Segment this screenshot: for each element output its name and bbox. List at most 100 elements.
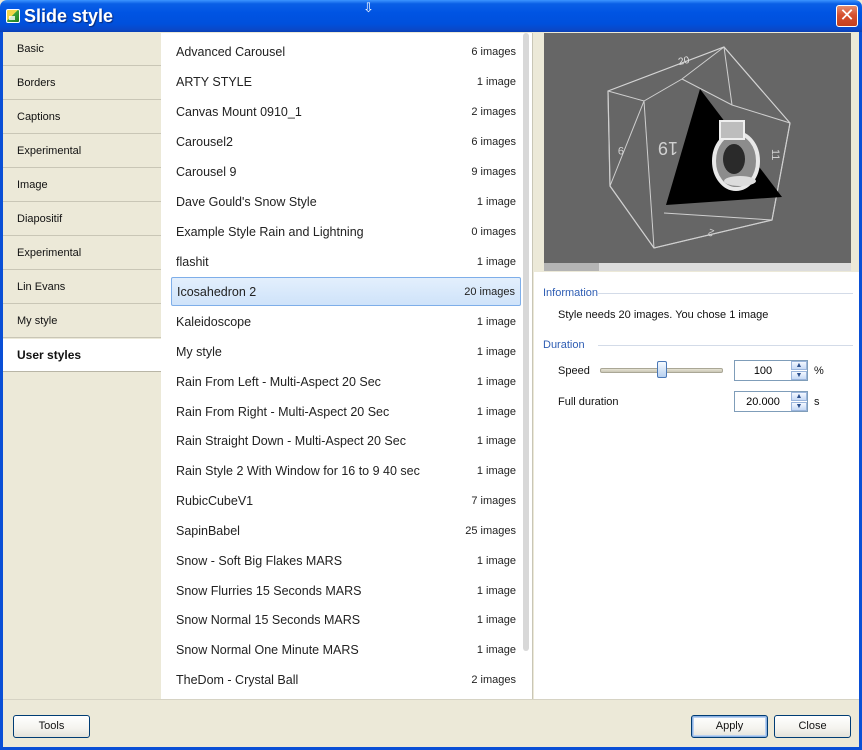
- list-item[interactable]: Example Style Rain and Lightning 0 images: [171, 218, 521, 247]
- list-scrollbar[interactable]: [523, 33, 529, 651]
- preview-progress-fill: [544, 263, 600, 271]
- image-count: 1 image: [476, 644, 516, 656]
- speed-decrease-button[interactable]: ▼: [791, 371, 807, 380]
- image-count: 0 images: [471, 226, 516, 238]
- image-count: 6 images: [471, 136, 516, 148]
- preview-progress-bar: [544, 263, 851, 271]
- icosahedron-preview-image: 20 19 9 11 2: [607, 46, 791, 249]
- image-count: 2 images: [471, 674, 516, 686]
- image-count: 1 image: [476, 376, 516, 388]
- image-count: 1 image: [476, 196, 516, 208]
- style-name: Carousel2: [176, 135, 233, 149]
- list-item[interactable]: Rain Straight Down - Multi-Aspect 20 Sec…: [171, 427, 521, 456]
- category-experimental-2[interactable]: Experimental: [3, 237, 161, 270]
- list-item[interactable]: Kaleidoscope 1 image: [171, 308, 521, 337]
- speed-label: Speed: [558, 365, 590, 377]
- category-image[interactable]: Image: [3, 169, 161, 202]
- image-count: 25 images: [465, 525, 516, 537]
- style-name: SapinBabel: [176, 524, 240, 538]
- style-preview: 20 19 9 11 2: [544, 33, 851, 263]
- list-item[interactable]: Canvas Mount 0910_1 2 images: [171, 98, 521, 127]
- speed-spin-buttons: ▲ ▼: [791, 361, 807, 380]
- style-name: Rain From Right - Multi-Aspect 20 Sec: [176, 405, 390, 419]
- list-item[interactable]: Snow Normal One Minute MARS 1 image: [171, 636, 521, 665]
- list-item[interactable]: Rain Style 2 With Window for 16 to 9 40 …: [171, 457, 521, 486]
- list-item[interactable]: RubicCubeV1 7 images: [171, 487, 521, 516]
- style-name: Snow Normal 15 Seconds MARS: [176, 613, 361, 627]
- speed-slider-thumb[interactable]: [656, 361, 667, 378]
- image-count: 1 image: [476, 256, 516, 268]
- apply-button[interactable]: Apply: [691, 715, 768, 738]
- category-user-styles[interactable]: User styles: [3, 339, 162, 372]
- speed-stepper[interactable]: ▲ ▼: [734, 360, 808, 381]
- settings-panel: Information Style needs 20 images. You c…: [534, 272, 859, 699]
- information-section-title: Information: [543, 287, 599, 299]
- full-duration-stepper[interactable]: ▲ ▼: [734, 391, 808, 412]
- face-number: 20: [677, 55, 691, 68]
- image-count: 1 image: [476, 585, 516, 597]
- category-borders[interactable]: Borders: [3, 67, 161, 100]
- list-item[interactable]: Snow Flurries 15 Seconds MARS 1 image: [171, 577, 521, 606]
- speed-unit: %: [814, 365, 824, 377]
- category-captions[interactable]: Captions: [3, 101, 161, 134]
- style-name: ARTY STYLE: [176, 75, 252, 89]
- style-name: Snow Normal One Minute MARS: [176, 643, 359, 657]
- list-item[interactable]: Rain From Left - Multi-Aspect 20 Sec 1 im…: [171, 368, 521, 397]
- image-count: 1 image: [476, 316, 516, 328]
- list-item[interactable]: Rain From Right - Multi-Aspect 20 Sec 1 i…: [171, 398, 521, 427]
- list-item[interactable]: flashit 1 image: [171, 248, 521, 277]
- style-name: Kaleidoscope: [176, 315, 252, 329]
- title-bar[interactable]: Slide style ⇩ ✕: [0, 0, 862, 32]
- face-number: 19: [658, 138, 678, 158]
- close-button[interactable]: Close: [774, 715, 851, 738]
- cursor-arrow-icon: ⇩: [363, 0, 374, 15]
- information-text: Style needs 20 images. You chose 1 image: [558, 309, 769, 321]
- full-duration-input[interactable]: [735, 392, 791, 411]
- face-number: 2: [706, 226, 715, 238]
- list-item[interactable]: SapinBabel 25 images: [171, 517, 521, 546]
- full-duration-decrease-button[interactable]: ▼: [791, 402, 807, 411]
- list-item[interactable]: Carousel 9 9 images: [171, 158, 521, 187]
- category-diapositif[interactable]: Diapositif: [3, 203, 161, 236]
- category-my-style[interactable]: My style: [3, 305, 161, 338]
- speed-increase-button[interactable]: ▲: [791, 361, 807, 370]
- style-name: Rain Style 2 With Window for 16 to 9 40 …: [176, 464, 420, 478]
- tools-button[interactable]: Tools: [13, 715, 90, 738]
- list-item[interactable]: Snow Normal 15 Seconds MARS 1 image: [171, 606, 521, 635]
- full-duration-label: Full duration: [558, 396, 619, 408]
- category-lin-evans[interactable]: Lin Evans: [3, 271, 161, 304]
- style-name: Canvas Mount 0910_1: [176, 105, 302, 119]
- style-name: RubicCubeV1: [176, 494, 254, 508]
- duration-section-title: Duration: [543, 339, 585, 351]
- style-name: flashit: [176, 255, 209, 269]
- image-count: 7 images: [471, 495, 516, 507]
- style-name: Rain Straight Down - Multi-Aspect 20 Sec: [176, 434, 406, 448]
- face-number: 11: [769, 149, 781, 160]
- image-count: 6 images: [471, 46, 516, 58]
- image-count: 2 images: [471, 106, 516, 118]
- full-duration-unit: s: [814, 396, 820, 408]
- list-item[interactable]: My style 1 image: [171, 338, 521, 367]
- list-item[interactable]: Carousel2 6 images: [171, 128, 521, 157]
- list-item[interactable]: Advanced Carousel 6 images: [171, 38, 521, 67]
- speed-input[interactable]: [735, 361, 791, 380]
- list-item[interactable]: ARTY STYLE 1 image: [171, 68, 521, 97]
- window-title: Slide style: [24, 6, 114, 26]
- category-panel: Basic Borders Captions Experimental Imag…: [3, 33, 162, 699]
- list-item-selected[interactable]: Icosahedron 2 20 images: [171, 277, 521, 306]
- style-name: Snow Flurries 15 Seconds MARS: [176, 584, 362, 598]
- category-basic[interactable]: Basic: [3, 33, 161, 66]
- face-number: 9: [618, 144, 624, 156]
- full-duration-increase-button[interactable]: ▲: [791, 392, 807, 401]
- list-item[interactable]: Dave Gould's Snow Style 1 image: [171, 188, 521, 217]
- style-name: My style: [176, 345, 222, 359]
- list-item[interactable]: TheDom - Crystal Ball 2 images: [171, 666, 521, 695]
- close-window-button[interactable]: ✕: [836, 5, 858, 27]
- style-name: Snow - Soft Big Flakes MARS: [176, 554, 343, 568]
- style-list: Advanced Carousel 6 images ARTY STYLE 1 im…: [161, 33, 533, 699]
- bottom-button-bar: Tools Apply Close: [3, 699, 859, 747]
- category-experimental[interactable]: Experimental: [3, 135, 161, 168]
- full-duration-spin-buttons: ▲ ▼: [791, 392, 807, 411]
- list-item[interactable]: Snow - Soft Big Flakes MARS 1 image: [171, 547, 521, 576]
- ring-photo-icon: [712, 120, 760, 191]
